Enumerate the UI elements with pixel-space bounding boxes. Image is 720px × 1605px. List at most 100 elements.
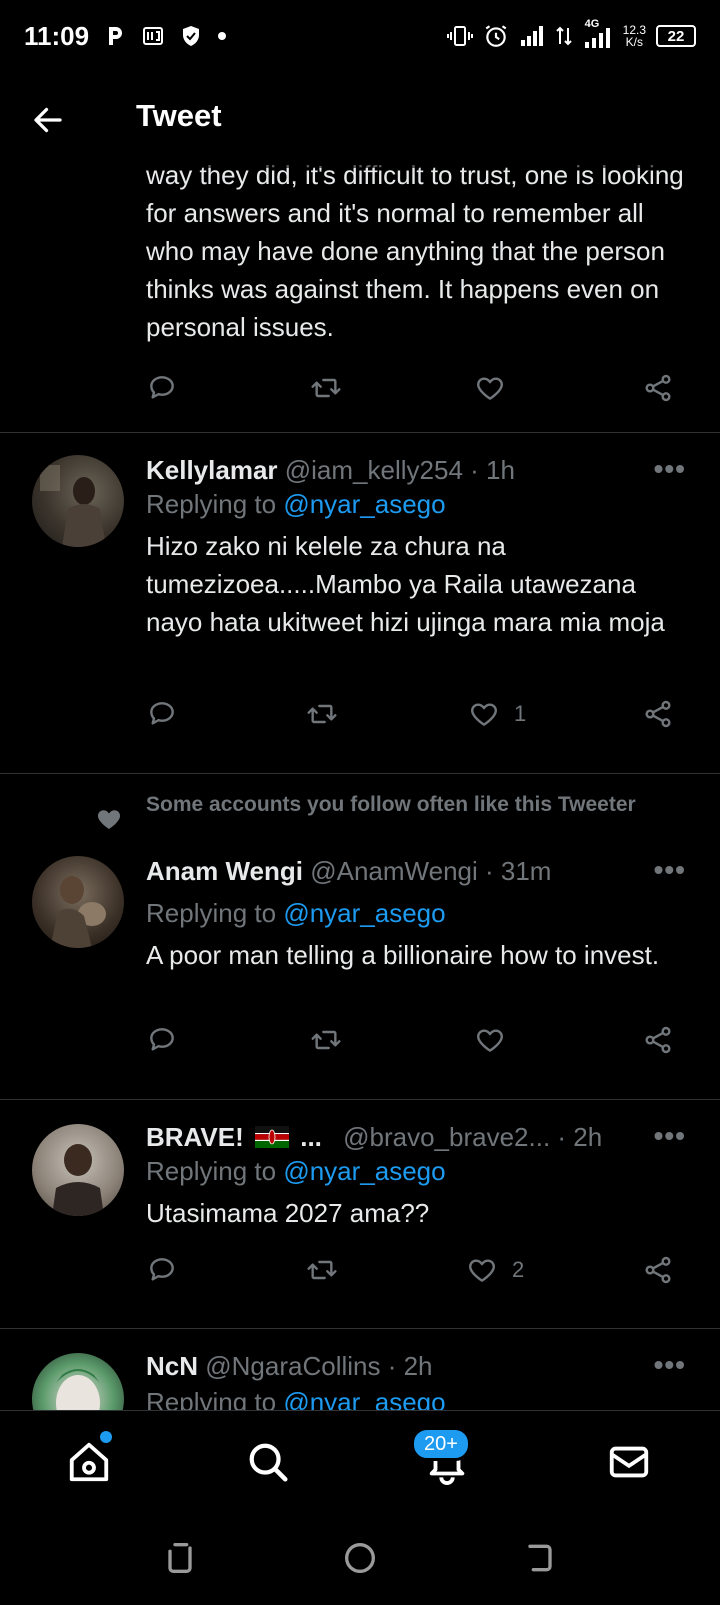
share-button[interactable]	[642, 1254, 674, 1286]
avatar[interactable]	[32, 455, 124, 547]
share-icon	[645, 1026, 671, 1054]
social-context: Some accounts you follow often like this…	[146, 793, 636, 816]
tweet-header: NcN @NgaraCollins · 2h	[146, 1351, 646, 1382]
messages-icon[interactable]	[606, 1439, 652, 1485]
kenya-flag-icon	[254, 1126, 289, 1148]
retweet-icon	[311, 378, 341, 398]
page-title: Tweet	[136, 98, 222, 133]
display-name[interactable]: Kellylamar	[146, 455, 278, 485]
notifications-badge: 20+	[411, 1427, 471, 1461]
tweet-thread: way they did, it's difficult to trust, o…	[0, 0, 720, 1410]
share-button[interactable]	[642, 698, 674, 730]
like-button[interactable]: 2	[466, 1254, 524, 1286]
status-bar: 11:09 4G 12.3 K/s 22	[0, 0, 720, 72]
replying-label: Replying to	[146, 898, 277, 928]
alarm-icon	[485, 25, 506, 47]
more-options-icon[interactable]: •••	[654, 1120, 686, 1152]
mention-link[interactable]: @nyar_asego	[283, 1156, 445, 1186]
news-app-icon	[143, 27, 164, 45]
tweet-header: Kellylamar @iam_kelly254 · 1h	[146, 455, 646, 486]
shield-icon	[183, 26, 200, 46]
share-button[interactable]	[642, 1024, 674, 1056]
reply-tweet[interactable]: NcN @NgaraCollins · 2h ••• Replying to @…	[0, 1329, 720, 1410]
name-truncation: ...	[300, 1122, 322, 1152]
timestamp: · 2h	[387, 1351, 433, 1381]
reply-button[interactable]	[146, 1254, 178, 1286]
recent-apps-icon[interactable]	[160, 1538, 200, 1578]
timestamp: · 1h	[470, 455, 515, 485]
bottom-navigation: 20+	[0, 1410, 720, 1510]
tweet-text: A poor man telling a billionaire how to …	[146, 940, 660, 970]
display-name[interactable]: NcN	[146, 1351, 198, 1381]
share-button[interactable]	[642, 372, 674, 404]
retweet-icon	[307, 1260, 337, 1280]
mention-link[interactable]: @nyar_asego	[283, 1387, 445, 1410]
reply-tweet[interactable]: BRAVE! ... @bravo_brave2... · 2h ••• Rep…	[0, 1100, 720, 1328]
reply-tweet[interactable]: Kellylamar @iam_kelly254 · 1h ••• Replyi…	[0, 433, 720, 773]
search-icon[interactable]	[245, 1439, 291, 1485]
home-button-icon[interactable]	[340, 1538, 380, 1578]
retweet-button[interactable]	[310, 1024, 342, 1056]
tweet-text: Utasimama 2027 ama??	[146, 1198, 430, 1228]
speed-unit: K/s	[625, 35, 643, 49]
clock: 11:09	[24, 20, 90, 51]
user-handle[interactable]: @NgaraCollins	[205, 1351, 380, 1381]
parking-app-icon	[109, 27, 123, 45]
more-options-icon[interactable]: •••	[654, 453, 686, 485]
like-button[interactable]: 1	[468, 698, 526, 730]
back-arrow-icon[interactable]	[30, 102, 66, 138]
retweet-button[interactable]	[306, 1254, 338, 1286]
tweet-actions: 2	[146, 1254, 694, 1294]
network-speed: 12.3 K/s	[623, 24, 646, 48]
more-options-icon[interactable]: •••	[654, 1349, 686, 1381]
display-name[interactable]: Anam Wengi	[146, 856, 303, 886]
avatar[interactable]	[32, 856, 124, 948]
back-button-icon[interactable]	[520, 1538, 560, 1578]
replying-to: Replying to @nyar_asego	[146, 1156, 446, 1187]
heart-icon	[469, 1259, 495, 1282]
battery-indicator: 22	[656, 25, 696, 47]
share-icon	[645, 1256, 671, 1284]
heart-icon	[97, 810, 121, 829]
reply-tweet[interactable]: Some accounts you follow often like this…	[0, 774, 720, 1099]
like-count: 1	[514, 701, 527, 726]
tweet-header: BRAVE! ... @bravo_brave2... · 2h	[146, 1122, 616, 1153]
heart-icon	[471, 703, 497, 726]
mention-link[interactable]: @nyar_asego	[283, 898, 445, 928]
avatar[interactable]	[32, 1124, 124, 1216]
like-button[interactable]	[474, 1024, 506, 1056]
system-navigation-bar	[0, 1510, 720, 1605]
reply-icon	[150, 1258, 174, 1281]
replying-to: Replying to @nyar_asego	[146, 1387, 446, 1410]
mention-link[interactable]: @nyar_asego	[283, 489, 445, 519]
timestamp: · 2h	[557, 1122, 603, 1152]
reply-button[interactable]	[146, 372, 178, 404]
more-options-icon[interactable]: •••	[654, 854, 686, 886]
tweet-actions	[146, 372, 694, 412]
replying-to: Replying to @nyar_asego	[146, 489, 446, 520]
signal-icon	[520, 26, 543, 46]
vibrate-icon	[446, 26, 473, 46]
reply-button[interactable]	[146, 698, 178, 730]
retweet-button[interactable]	[306, 698, 338, 730]
display-name[interactable]: BRAVE!	[146, 1122, 244, 1152]
retweet-icon	[311, 1030, 341, 1050]
user-handle[interactable]: @bravo_brave2...	[343, 1122, 550, 1152]
heart-icon	[477, 377, 503, 400]
user-handle[interactable]: @AnamWengi	[310, 856, 478, 886]
like-button[interactable]	[474, 372, 506, 404]
battery-level: 22	[667, 27, 685, 45]
network-type: 4G	[584, 18, 600, 30]
reply-button[interactable]	[146, 1024, 178, 1056]
home-icon[interactable]	[66, 1439, 112, 1485]
retweet-button[interactable]	[310, 372, 342, 404]
reply-icon	[150, 1028, 174, 1051]
tweet-text: Hizo zako ni kelele za chura na tumezizo…	[146, 531, 665, 637]
timestamp: · 31m	[485, 856, 552, 886]
reply-icon	[150, 376, 174, 399]
user-handle[interactable]: @iam_kelly254	[285, 455, 463, 485]
share-icon	[645, 700, 671, 728]
avatar[interactable]	[32, 1353, 124, 1410]
cellular-4g: 4G	[583, 18, 613, 50]
like-count: 2	[512, 1257, 525, 1282]
